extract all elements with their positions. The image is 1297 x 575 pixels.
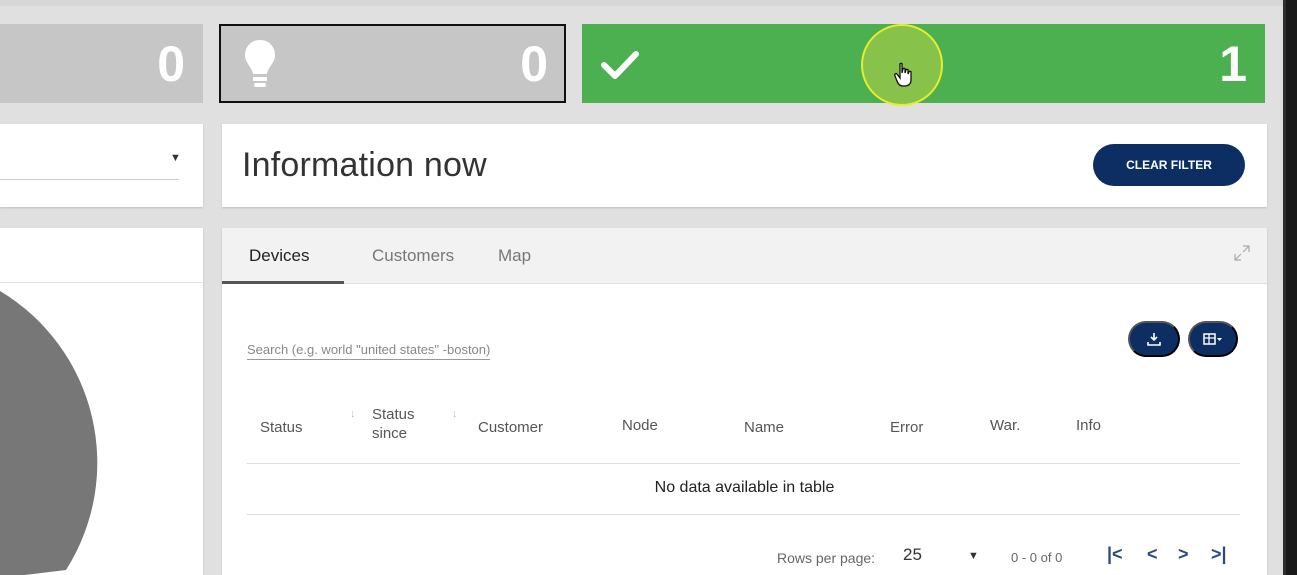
download-button[interactable]: [1128, 321, 1180, 357]
divider: [0, 282, 203, 283]
pagination-range: 0 - 0 of 0: [1011, 550, 1063, 565]
clear-filter-button[interactable]: CLEAR FILTER: [1093, 144, 1245, 186]
checkmark-icon: [600, 50, 640, 85]
row-divider: [247, 514, 1240, 515]
header-divider: [247, 463, 1240, 464]
chevron-down-icon[interactable]: ▼: [968, 550, 979, 562]
last-page-icon[interactable]: >|: [1211, 544, 1227, 565]
active-tab-indicator: [222, 281, 344, 284]
chart-card: [0, 228, 203, 575]
tab-bar: Devices Customers Map: [222, 228, 1267, 284]
filter-select[interactable]: [0, 179, 179, 180]
col-header-error[interactable]: Error: [890, 419, 923, 436]
table-columns-icon: [1203, 333, 1222, 345]
col-header-customer[interactable]: Customer: [478, 419, 543, 436]
search-input[interactable]: Search (e.g. world "united states" -bost…: [247, 342, 491, 360]
devices-table-card: Devices Customers Map Search (e.g. world…: [222, 228, 1267, 575]
col-header-name[interactable]: Name: [744, 419, 784, 436]
info-header-card: Information now CLEAR FILTER: [222, 124, 1267, 207]
top-strip: [0, 0, 1283, 6]
stat-tile-ok[interactable]: 1: [582, 24, 1265, 106]
sort-icon[interactable]: ↓: [350, 408, 356, 420]
page-title: Information now: [242, 146, 487, 184]
stat-count: 0: [157, 36, 185, 92]
download-icon: [1147, 333, 1161, 346]
first-page-icon[interactable]: |<: [1107, 544, 1123, 565]
rows-per-page-select[interactable]: 25: [903, 545, 922, 565]
donut-chart: [0, 291, 98, 575]
stat-tile-info[interactable]: 0: [219, 24, 566, 103]
hand-cursor-icon: [893, 62, 915, 93]
col-header-status[interactable]: Status: [260, 419, 303, 436]
column-settings-button[interactable]: [1188, 321, 1238, 357]
expand-icon[interactable]: [1233, 244, 1251, 267]
sort-icon[interactable]: ↓: [452, 408, 458, 420]
col-header-node[interactable]: Node: [622, 417, 658, 434]
col-header-warnings[interactable]: War.: [990, 417, 1020, 434]
tab-customers[interactable]: Customers: [372, 246, 454, 266]
tab-map[interactable]: Map: [498, 246, 531, 266]
empty-table-message: No data available in table: [654, 479, 835, 496]
stat-count: 0: [520, 36, 548, 92]
lightbulb-icon: [243, 38, 277, 95]
chevron-down-icon[interactable]: ▼: [170, 152, 181, 164]
col-header-status-since[interactable]: Status since: [372, 405, 432, 443]
tab-devices[interactable]: Devices: [249, 246, 309, 266]
col-header-info[interactable]: Info: [1076, 417, 1101, 434]
rows-per-page-label: Rows per page:: [777, 550, 876, 566]
scrollbar[interactable]: [1283, 0, 1286, 575]
window-edge: [1283, 0, 1297, 575]
previous-page-icon[interactable]: <: [1147, 544, 1158, 565]
stat-tile-errors[interactable]: 0: [0, 24, 203, 103]
stat-count: 1: [1219, 36, 1247, 92]
next-page-icon[interactable]: >: [1178, 544, 1189, 565]
filter-select-card: [0, 124, 203, 207]
